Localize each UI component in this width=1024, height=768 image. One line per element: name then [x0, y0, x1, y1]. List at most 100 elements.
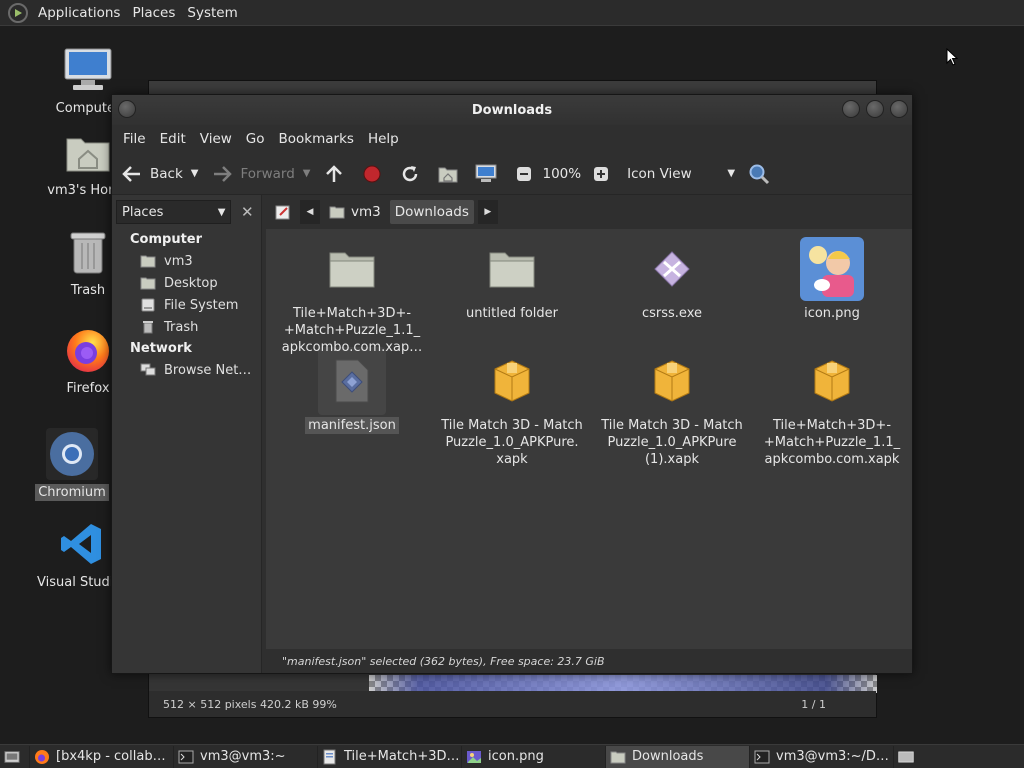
file-name: csrss.exe	[641, 306, 702, 321]
menu-applications[interactable]: Applications	[32, 5, 126, 21]
minimize-button[interactable]	[842, 100, 860, 118]
folder-icon	[318, 235, 386, 303]
task-downloads[interactable]: Downloads	[606, 745, 750, 768]
home-folder-icon	[62, 126, 114, 178]
chromium-icon	[46, 428, 98, 480]
menu-edit[interactable]: Edit	[153, 131, 193, 147]
chevron-down-icon: ▼	[727, 168, 736, 179]
workspace-switcher[interactable]	[894, 746, 924, 768]
distro-logo-icon[interactable]	[8, 2, 28, 23]
task-terminal-1[interactable]: vm3@vm3:~	[174, 745, 318, 768]
sidebar-item-desktop[interactable]: Desktop	[112, 272, 261, 294]
folder-icon	[478, 235, 546, 303]
task-image-viewer[interactable]: icon.png	[462, 745, 606, 768]
path-segment-vm3[interactable]: vm3	[324, 200, 386, 224]
show-desktop-button[interactable]	[0, 745, 30, 768]
file-item[interactable]: icon.png	[752, 235, 912, 322]
path-segment-downloads[interactable]: Downloads	[389, 200, 474, 224]
menu-bookmarks[interactable]: Bookmarks	[272, 131, 361, 147]
back-button[interactable]: Back ▼	[120, 162, 202, 186]
desktop-icon-label: Firefox	[66, 381, 110, 396]
package-icon	[478, 347, 546, 415]
view-mode-select[interactable]: Icon View ▼	[627, 166, 739, 182]
zoom-in-button[interactable]	[589, 162, 619, 186]
reload-button[interactable]	[398, 162, 428, 186]
stop-icon	[360, 162, 384, 186]
up-button[interactable]	[322, 162, 352, 186]
computer-button[interactable]	[474, 162, 504, 186]
search-button[interactable]	[747, 162, 777, 186]
sidebar-section-computer: Computer	[130, 232, 203, 247]
content-pane[interactable]: ◀ vm3 Downloads ▶ Tile+Match+3D+- +Match…	[266, 195, 912, 673]
zoom-in-icon	[589, 162, 613, 186]
vscode-icon	[56, 518, 108, 570]
file-manager-window[interactable]: Downloads File Edit View Go Bookmarks He…	[111, 94, 913, 674]
zoom-out-icon	[512, 162, 536, 186]
home-button[interactable]	[436, 162, 466, 186]
forward-button[interactable]: Forward ▼	[210, 162, 314, 186]
close-sidebar-icon[interactable]: ✕	[237, 201, 257, 223]
sidebar-item-trash[interactable]: Trash	[112, 316, 261, 338]
viewer-page-counter: 1 / 1	[801, 697, 826, 711]
desktop-icon-label: Chromium	[35, 484, 109, 501]
desktop-icon-chromium[interactable]: Chromium	[22, 428, 122, 505]
zoom-level: 100%	[542, 165, 582, 182]
sidebar-item-browse-network[interactable]: Browse Net…	[112, 359, 261, 381]
desktop-icon	[140, 275, 156, 291]
zoom-out-button[interactable]: 100%	[512, 162, 581, 186]
forward-history-dropdown[interactable]: ▼	[303, 168, 311, 179]
json-file-icon	[318, 347, 386, 415]
reload-icon	[398, 162, 422, 186]
window-menu-button[interactable]	[118, 100, 136, 118]
file-name: icon.png	[804, 306, 860, 321]
close-button[interactable]	[890, 100, 908, 118]
pathbar-scroll-right[interactable]: ▶	[477, 200, 498, 224]
back-arrow-icon	[120, 162, 144, 186]
sidebar-item-file-system[interactable]: File System	[112, 294, 261, 316]
menu-go[interactable]: Go	[239, 131, 272, 147]
menu-file[interactable]: File	[116, 131, 153, 147]
back-history-dropdown[interactable]: ▼	[191, 168, 199, 179]
task-file-manager[interactable]: Tile+Match+3D…	[318, 745, 462, 768]
show-desktop-icon	[3, 749, 20, 765]
file-item[interactable]: Tile Match 3D - Match Puzzle_1.0_APKPure…	[592, 347, 752, 468]
home-icon	[329, 206, 345, 219]
computer-icon	[474, 162, 498, 186]
menu-help[interactable]: Help	[361, 131, 406, 147]
file-item[interactable]: manifest.json	[272, 347, 432, 434]
image-thumbnail-icon	[798, 235, 866, 303]
pathbar: ◀ vm3 Downloads ▶	[266, 195, 912, 229]
home-icon	[140, 253, 156, 269]
firefox-icon	[62, 324, 114, 376]
workspace-icon	[898, 749, 914, 765]
up-arrow-icon	[322, 162, 346, 186]
stop-button[interactable]	[360, 162, 390, 186]
viewer-image-info: 512 × 512 pixels 420.2 kB 99%	[163, 697, 337, 711]
computer-icon	[62, 44, 114, 96]
location-edit-button[interactable]	[270, 200, 296, 224]
image-viewer-icon	[466, 749, 482, 765]
file-item[interactable]: csrss.exe	[592, 235, 752, 322]
taskbar: [bx4kp - collab… vm3@vm3:~ Tile+Match+3D…	[0, 744, 1024, 768]
file-item[interactable]: Tile+Match+3D+- +Match+Puzzle_1.1_ apkco…	[272, 235, 432, 356]
search-icon	[747, 162, 771, 186]
file-item[interactable]: untitled folder	[432, 235, 592, 322]
file-name: Tile Match 3D - Match Puzzle_1.0_APKPure…	[441, 418, 583, 467]
file-name: Tile Match 3D - Match Puzzle_1.0_APKPure…	[601, 418, 743, 467]
task-browser[interactable]: [bx4kp - collab…	[30, 745, 174, 768]
terminal-icon	[754, 749, 770, 765]
menu-places[interactable]: Places	[126, 5, 181, 21]
menu-view[interactable]: View	[193, 131, 239, 147]
file-item[interactable]: Tile Match 3D - Match Puzzle_1.0_APKPure…	[432, 347, 592, 468]
viewer-statusbar: 512 × 512 pixels 420.2 kB 99% 1 / 1	[149, 691, 876, 717]
file-name: untitled folder	[465, 306, 558, 321]
pathbar-scroll-left[interactable]: ◀	[300, 200, 320, 224]
file-item[interactable]: Tile+Match+3D+- +Match+Puzzle_1.1_ apkco…	[752, 347, 912, 468]
menu-system[interactable]: System	[181, 5, 243, 21]
sidebar-item-vm3[interactable]: vm3	[112, 250, 261, 272]
trash-icon	[140, 319, 156, 335]
task-terminal-2[interactable]: vm3@vm3:~/D…	[750, 745, 894, 768]
window-titlebar[interactable]: Downloads	[112, 95, 912, 125]
sidebar-mode-select[interactable]: Places ▼	[116, 200, 232, 224]
maximize-button[interactable]	[866, 100, 884, 118]
